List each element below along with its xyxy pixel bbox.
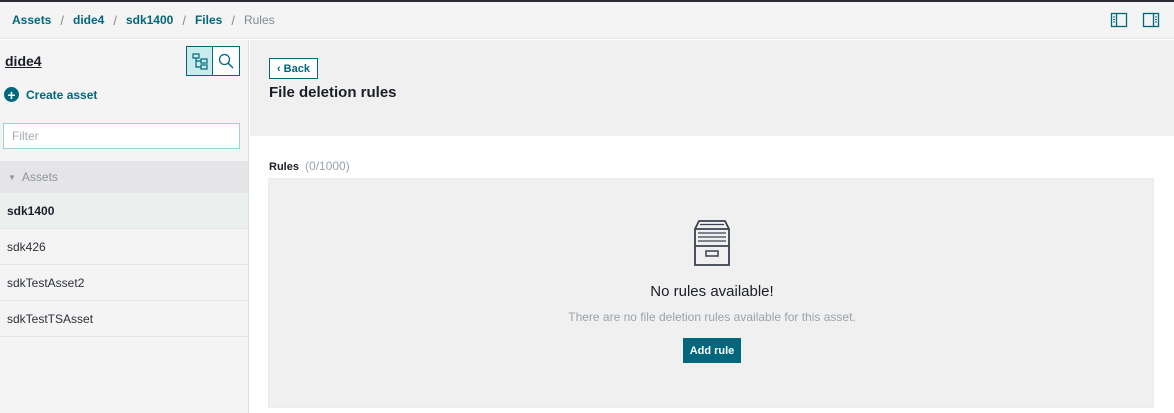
list-item[interactable]: sdkTestTSAsset [0, 301, 248, 337]
main-content: ‹ Back File deletion rules Rules (0/1000… [250, 40, 1174, 413]
plus-circle-icon: + [4, 87, 19, 102]
list-item[interactable]: sdk1400 [0, 193, 248, 229]
add-rule-button[interactable]: Add rule [683, 338, 741, 363]
breadcrumb-separator: / [113, 12, 117, 28]
page-header: ‹ Back File deletion rules [250, 40, 1174, 136]
breadcrumb-separator: / [60, 12, 64, 28]
create-asset-button[interactable]: + Create asset [4, 87, 97, 102]
breadcrumb-separator: / [231, 12, 235, 28]
breadcrumb: Assets / dide4 / sdk1400 / Files / Rules [0, 13, 275, 28]
rules-count: (0/1000) [305, 159, 350, 173]
list-item[interactable]: sdkTestAsset2 [0, 265, 248, 301]
sidebar-title[interactable]: dide4 [5, 53, 42, 69]
tree-group-label: Assets [21, 170, 58, 184]
view-toggle [186, 46, 240, 76]
sidebar-right-icon[interactable] [1142, 11, 1160, 29]
search-icon [218, 53, 234, 69]
asset-list: sdk1400 sdk426 sdkTestAsset2 sdkTestTSAs… [0, 193, 248, 337]
breadcrumb-assets[interactable]: Assets [12, 13, 51, 27]
back-button[interactable]: ‹ Back [269, 58, 318, 79]
header-bar: Assets / dide4 / sdk1400 / Files / Rules [0, 2, 1174, 39]
archive-drawer-icon [694, 220, 730, 266]
sidebar: dide4 + Create asset ▼ Assets sdk1400 sd… [0, 40, 249, 413]
sidebar-left-icon[interactable] [1110, 11, 1128, 29]
create-asset-label: Create asset [26, 87, 98, 102]
tree-group-assets[interactable]: ▼ Assets [0, 161, 248, 193]
breadcrumb-files[interactable]: Files [195, 13, 222, 27]
page-title: File deletion rules [269, 84, 397, 101]
empty-state-description: There are no file deletion rules availab… [568, 310, 856, 324]
breadcrumb-current: Rules [243, 13, 275, 27]
empty-state-title: No rules available! [650, 283, 774, 300]
back-label: Back [283, 62, 310, 75]
chevron-left-icon: ‹ [277, 62, 281, 75]
empty-state-panel: No rules available! There are no file de… [268, 178, 1154, 408]
breadcrumb-separator: / [182, 12, 186, 28]
search-view-button[interactable] [213, 47, 239, 75]
filter-input[interactable] [3, 123, 240, 149]
rules-heading: Rules (0/1000) [269, 159, 350, 173]
breadcrumb-sdk1400[interactable]: sdk1400 [126, 13, 173, 27]
list-item[interactable]: sdk426 [0, 229, 248, 265]
header-icons [1110, 11, 1160, 29]
caret-down-icon: ▼ [8, 172, 16, 182]
hierarchy-icon [191, 53, 208, 70]
rules-label: Rules [269, 161, 299, 173]
hierarchy-view-button[interactable] [187, 47, 214, 75]
breadcrumb-dide4[interactable]: dide4 [73, 13, 104, 27]
